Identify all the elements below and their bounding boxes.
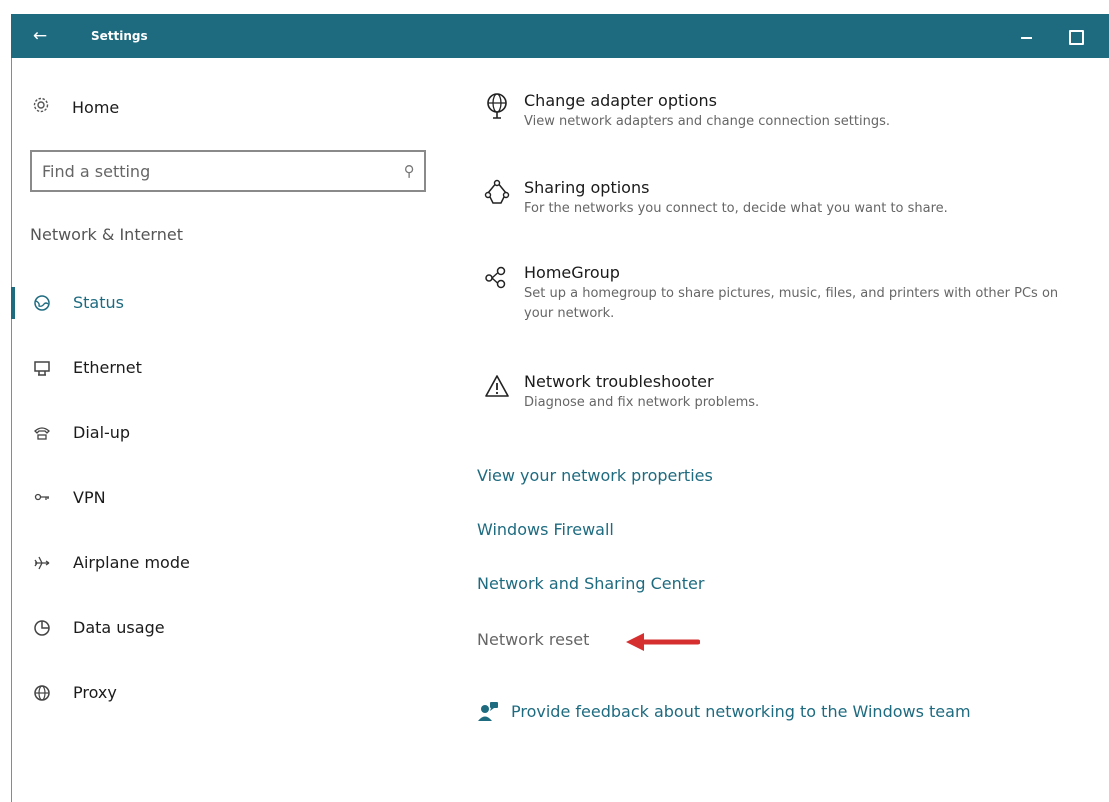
option-title: HomeGroup [524, 263, 620, 282]
globe-icon [33, 294, 73, 312]
change-adapter-options[interactable]: Change adapter options View network adap… [470, 90, 890, 132]
sidebar-item-label: Status [73, 293, 124, 312]
view-network-properties-link[interactable]: View your network properties [477, 466, 713, 485]
vpn-icon [33, 489, 73, 507]
warning-icon [470, 371, 524, 413]
pie-chart-icon [33, 619, 73, 637]
adapter-globe-icon [470, 90, 524, 132]
sidebar-item-label: VPN [73, 488, 106, 507]
red-arrow-annotation [626, 633, 700, 651]
option-title: Sharing options [524, 178, 650, 197]
feedback-label: Provide feedback about networking to the… [511, 701, 971, 721]
sidebar-item-label: Ethernet [73, 358, 142, 377]
sidebar-item-proxy[interactable]: Proxy [0, 660, 440, 725]
sidebar-item-status[interactable]: Status [0, 270, 440, 335]
sidebar-item-label: Dial-up [73, 423, 131, 442]
sidebar-item-label: Airplane mode [73, 553, 190, 572]
window-title: Settings [91, 29, 148, 43]
globe-grid-icon [33, 684, 73, 702]
windows-firewall-link[interactable]: Windows Firewall [477, 520, 614, 539]
maximize-button[interactable] [1051, 14, 1097, 58]
option-title: Network troubleshooter [524, 372, 714, 391]
sidebar-item-data-usage[interactable]: Data usage [0, 595, 440, 660]
home-label: Home [72, 97, 120, 117]
network-sharing-center-link[interactable]: Network and Sharing Center [477, 574, 704, 593]
minimize-button[interactable] [1005, 14, 1051, 58]
feedback-person-icon [477, 700, 511, 722]
sidebar-item-label: Proxy [73, 683, 117, 702]
share-icon [470, 177, 524, 219]
option-description: Diagnose and fix network problems. [524, 395, 760, 410]
sharing-options[interactable]: Sharing options For the networks you con… [470, 177, 948, 219]
network-reset-link[interactable]: Network reset [477, 630, 589, 649]
search-placeholder: Find a setting [42, 161, 151, 181]
option-description: View network adapters and change connect… [524, 114, 890, 129]
title-bar: ← Settings [11, 14, 1109, 58]
homegroup-option[interactable]: HomeGroup Set up a homegroup to share pi… [470, 262, 1064, 324]
phone-icon [33, 424, 73, 442]
sidebar-item-dial-up[interactable]: Dial-up [0, 400, 440, 465]
sidebar-item-airplane-mode[interactable]: Airplane mode [0, 530, 440, 595]
sidebar-item-label: Data usage [73, 618, 165, 637]
feedback-link[interactable]: Provide feedback about networking to the… [477, 700, 971, 722]
network-troubleshooter[interactable]: Network troubleshooter Diagnose and fix … [470, 371, 759, 413]
sidebar-item-vpn[interactable]: VPN [0, 465, 440, 530]
option-description: For the networks you connect to, decide … [524, 201, 948, 216]
search-input[interactable]: Find a setting ⚲ [30, 150, 426, 192]
option-description: Set up a homegroup to share pictures, mu… [524, 286, 1059, 321]
gear-icon [32, 96, 72, 118]
airplane-icon [33, 554, 73, 572]
option-title: Change adapter options [524, 91, 717, 110]
section-title: Network & Internet [30, 225, 183, 244]
sidebar-nav: Status Ethernet Dial-up VPN Airplane mod… [0, 270, 440, 725]
search-icon: ⚲ [403, 162, 415, 180]
home-button[interactable]: Home [32, 90, 119, 124]
back-arrow-icon[interactable]: ← [11, 14, 69, 58]
sidebar-item-ethernet[interactable]: Ethernet [0, 335, 440, 400]
homegroup-icon [470, 262, 524, 324]
ethernet-icon [33, 359, 73, 377]
